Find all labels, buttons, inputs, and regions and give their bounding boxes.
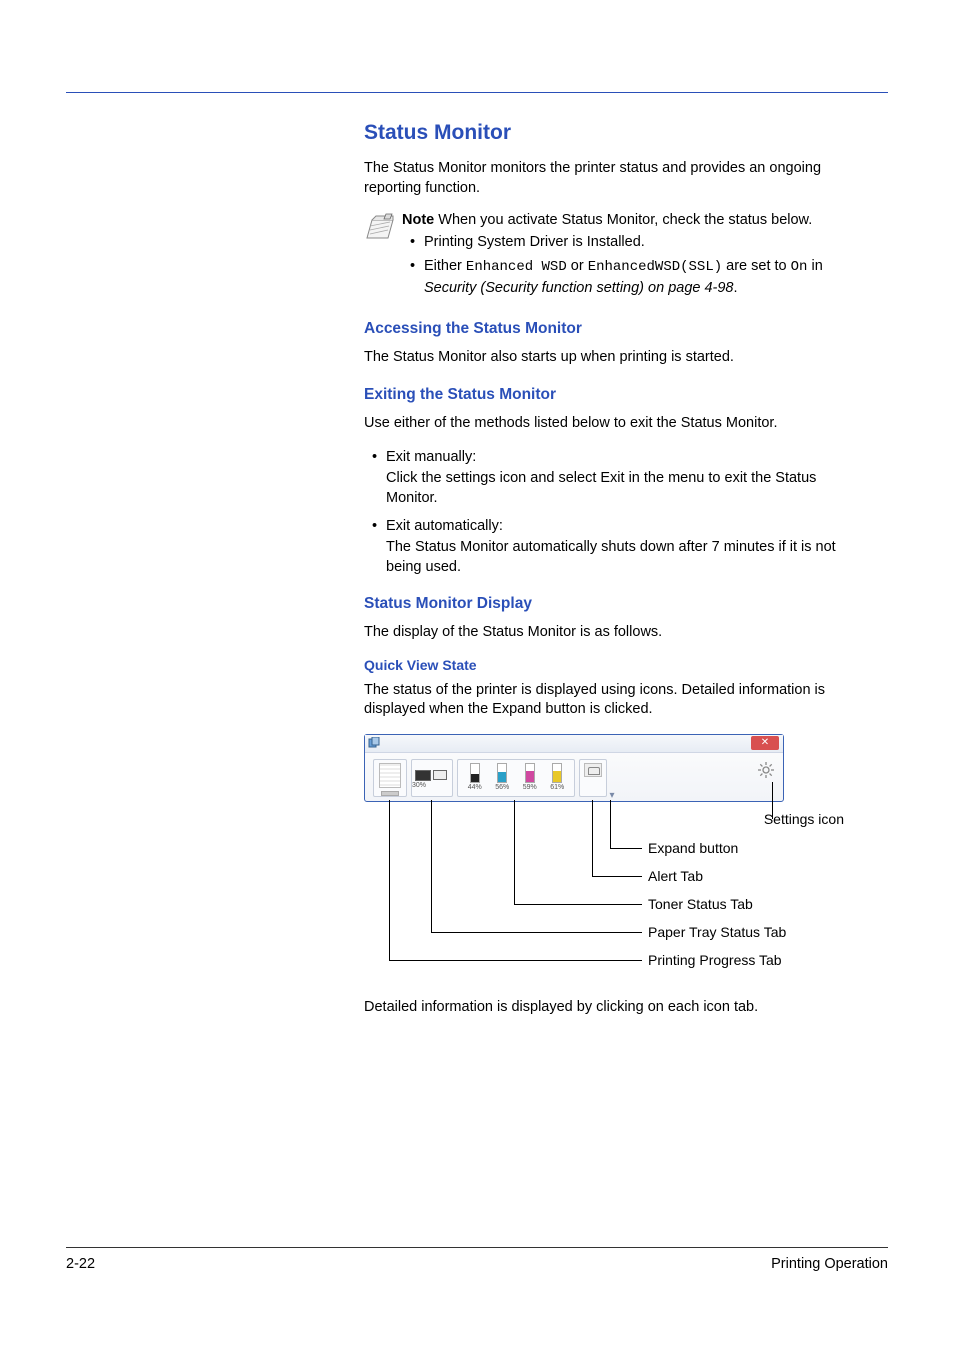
- expand-button[interactable]: ▾: [605, 791, 619, 801]
- nb2-c1: Enhanced WSD: [466, 259, 567, 275]
- label-progress: Printing Progress Tab: [648, 952, 782, 968]
- leader-line: [610, 800, 611, 848]
- page-number: 2-22: [66, 1256, 95, 1272]
- note-label: Note: [402, 212, 434, 228]
- nb2-pre: Either: [424, 258, 466, 274]
- subheading-quickview: Quick View State: [364, 657, 844, 673]
- nb2-c2: EnhancedWSD(SSL): [588, 259, 722, 275]
- toner-status-tab[interactable]: 44% 56% 59% 61%: [457, 759, 575, 797]
- leader-line: [431, 932, 642, 933]
- tray-icon-2: [433, 770, 447, 780]
- window-titlebar: ✕: [365, 735, 783, 753]
- section-heading-accessing: Accessing the Status Monitor: [364, 320, 844, 338]
- nb2-mid: or: [567, 258, 588, 274]
- app-icon: [368, 737, 380, 749]
- label-paper: Paper Tray Status Tab: [648, 924, 786, 940]
- leader-line: [514, 904, 642, 905]
- tray-percent: 30%: [412, 782, 426, 789]
- toner-pct-1: 44%: [468, 784, 482, 791]
- exit-list: Exit manually: Click the settings icon a…: [364, 447, 844, 577]
- leader-line: [389, 800, 390, 960]
- sec3-text: The display of the Status Monitor is as …: [364, 623, 844, 643]
- note-bullet-1: Printing System Driver is Installed.: [424, 232, 844, 252]
- close-button[interactable]: ✕: [751, 736, 779, 750]
- toner-pct-3: 59%: [523, 784, 537, 791]
- header-rule: [66, 92, 888, 93]
- footer-rule: [66, 1247, 888, 1248]
- exit-auto-body: The Status Monitor automatically shuts d…: [386, 539, 836, 575]
- section-heading-display: Status Monitor Display: [364, 595, 844, 613]
- nb2-in: in: [807, 258, 822, 274]
- nb2-c3: On: [791, 259, 808, 275]
- main-content: Status Monitor The Status Monitor monito…: [364, 121, 844, 1017]
- leader-line: [610, 848, 642, 849]
- settings-icon[interactable]: [757, 761, 775, 779]
- exit-auto-title: Exit automatically:: [386, 518, 503, 534]
- note-content: Note When you activate Status Monitor, c…: [402, 212, 844, 302]
- sec2-text: Use either of the methods listed below t…: [364, 414, 844, 434]
- status-monitor-diagram: ✕ 30% 44%: [364, 734, 844, 984]
- sec1-text: The Status Monitor also starts up when p…: [364, 348, 844, 368]
- exit-manual-title: Exit manually:: [386, 449, 476, 465]
- section-heading-exiting: Exiting the Status Monitor: [364, 386, 844, 404]
- exit-manual-body: Click the settings icon and select Exit …: [386, 470, 816, 506]
- leader-line: [389, 960, 642, 961]
- printing-progress-tab[interactable]: [373, 759, 407, 797]
- leader-line: [431, 800, 432, 932]
- alert-tab[interactable]: [579, 759, 607, 797]
- printer-icon: [584, 763, 602, 777]
- status-monitor-window: ✕ 30% 44%: [364, 734, 784, 802]
- exit-item-manual: Exit manually: Click the settings icon a…: [386, 447, 844, 508]
- toner-pct-2: 56%: [495, 784, 509, 791]
- section-name: Printing Operation: [771, 1256, 888, 1272]
- label-expand: Expand button: [648, 840, 738, 856]
- page-footer: 2-22 Printing Operation: [66, 1247, 888, 1272]
- paper-tray-status-tab[interactable]: 30%: [411, 759, 453, 797]
- document-icon: [379, 763, 401, 788]
- outro-text: Detailed information is displayed by cli…: [364, 998, 844, 1018]
- label-settings: Settings icon: [764, 811, 844, 827]
- exit-item-auto: Exit automatically: The Status Monitor a…: [386, 516, 844, 577]
- leader-line: [514, 800, 515, 904]
- page-title: Status Monitor: [364, 121, 844, 145]
- nb2-mid2: are set to: [722, 258, 791, 274]
- nb2-ref: Security (Security function setting) on …: [424, 280, 734, 296]
- toner-pct-4: 61%: [550, 784, 564, 791]
- note-lead: When you activate Status Monitor, check …: [434, 212, 812, 228]
- leader-line: [592, 876, 642, 877]
- note-bullet-2: Either Enhanced WSD or EnhancedWSD(SSL) …: [424, 256, 844, 298]
- nb2-end: .: [734, 280, 738, 296]
- label-toner: Toner Status Tab: [648, 896, 753, 912]
- label-alert: Alert Tab: [648, 868, 703, 884]
- leader-line: [592, 800, 593, 876]
- note-block: Note When you activate Status Monitor, c…: [364, 212, 844, 302]
- intro-text: The Status Monitor monitors the printer …: [364, 159, 844, 198]
- sec4-text: The status of the printer is displayed u…: [364, 681, 844, 720]
- progress-bar-icon: [381, 791, 399, 796]
- note-icon: [364, 212, 396, 248]
- tray-icon: [415, 770, 431, 781]
